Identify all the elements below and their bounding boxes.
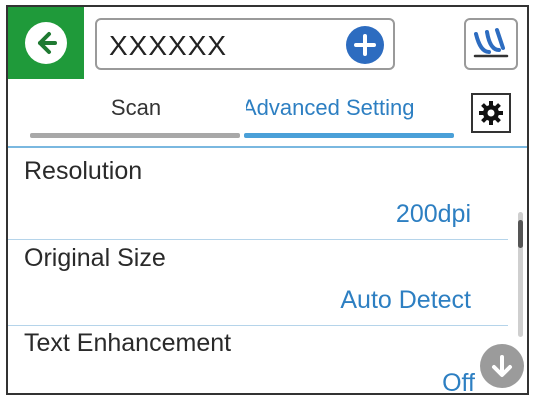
scan-settings-screen: XXXXXX Scan Advanced Setting Resolution … xyxy=(6,5,529,395)
settings-button[interactable] xyxy=(471,93,511,133)
setting-value-text-enhancement: Off xyxy=(442,369,475,395)
setting-value-resolution: 200dpi xyxy=(395,200,471,228)
add-button[interactable] xyxy=(346,26,384,64)
back-button[interactable] xyxy=(8,7,84,79)
scrollbar[interactable] xyxy=(518,212,523,337)
scrollbar-thumb[interactable] xyxy=(518,220,523,248)
back-arrow-icon xyxy=(25,22,67,64)
tab-scan[interactable]: Scan xyxy=(36,95,236,121)
title-text: XXXXXX xyxy=(109,30,228,61)
setting-label-text-enhancement: Text Enhancement xyxy=(24,329,232,357)
tab-advanced-setting[interactable]: Advanced Setting xyxy=(246,95,446,121)
setting-label-resolution: Resolution xyxy=(24,157,143,185)
row-divider xyxy=(8,239,508,240)
scroll-down-button[interactable] xyxy=(480,344,524,388)
setting-value-original-size: Auto Detect xyxy=(340,286,471,314)
title-field[interactable]: XXXXXX xyxy=(95,18,395,70)
plus-icon xyxy=(354,34,376,56)
tab-advanced-setting-underline xyxy=(244,133,454,138)
scanner-app-logo-icon xyxy=(473,28,509,58)
tab-scan-underline xyxy=(30,133,240,138)
setting-label-original-size: Original Size xyxy=(24,244,166,272)
tabs-divider xyxy=(8,146,527,148)
gear-icon xyxy=(479,101,503,125)
scanner-app-logo-button[interactable] xyxy=(464,18,518,70)
arrow-down-icon xyxy=(492,355,512,377)
row-divider xyxy=(8,325,508,326)
